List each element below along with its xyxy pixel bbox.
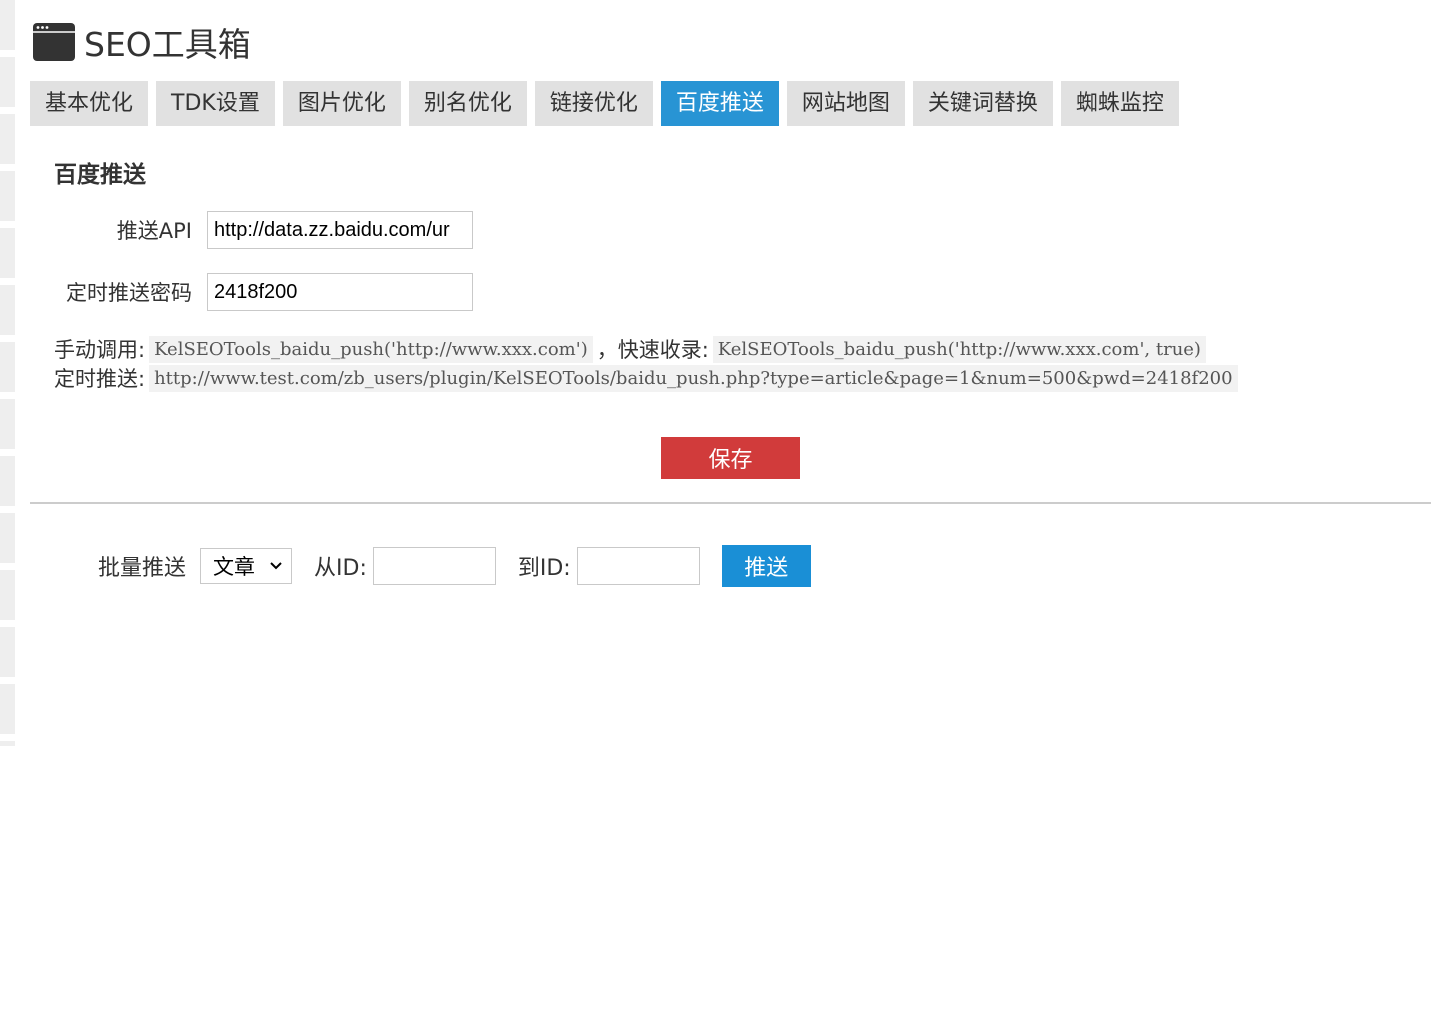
quick-index-code: KelSEOTools_baidu_push('http://www.xxx.c… <box>712 335 1206 363</box>
password-row: 定时推送密码 <box>40 273 473 311</box>
push-button[interactable]: 推送 <box>721 545 811 587</box>
batch-push-label: 批量推送 <box>98 556 187 581</box>
batch-push-row: 批量推送 文章 从ID: 到ID: 推送 <box>98 545 811 587</box>
page-header: SEO工具箱 <box>32 20 251 64</box>
tab-link-optimization[interactable]: 链接优化 <box>534 81 653 126</box>
from-id-label: 从ID: <box>314 556 367 581</box>
help-separator: ， <box>596 338 618 362</box>
tab-bar: 基本优化 TDK设置 图片优化 别名优化 链接优化 百度推送 网站地图 关键词替… <box>30 81 1187 126</box>
tab-tdk-settings[interactable]: TDK设置 <box>156 81 275 126</box>
tab-baidu-push[interactable]: 百度推送 <box>660 81 779 126</box>
quick-index-label: 快速收录: <box>617 338 709 362</box>
tab-keyword-replace[interactable]: 关键词替换 <box>912 81 1053 126</box>
section-title: 百度推送 <box>54 162 146 188</box>
left-sidebar-strip <box>0 0 15 746</box>
page-title: SEO工具箱 <box>84 25 251 64</box>
from-id-input[interactable] <box>372 547 496 585</box>
help-line-timed: 定时推送: http://www.test.com/zb_users/plugi… <box>54 363 1242 393</box>
content-type-select[interactable]: 文章 <box>200 548 293 584</box>
manual-call-code: KelSEOTools_baidu_push('http://www.xxx.c… <box>149 335 593 363</box>
content-type-selected: 文章 <box>213 555 256 579</box>
chevron-down-icon <box>270 562 282 570</box>
timed-push-url: http://www.test.com/zb_users/plugin/KelS… <box>149 364 1238 392</box>
save-button[interactable]: 保存 <box>661 437 800 479</box>
tab-sitemap[interactable]: 网站地图 <box>786 81 905 126</box>
api-row: 推送API <box>40 211 473 249</box>
to-id-label: 到ID: <box>517 556 571 581</box>
api-input[interactable] <box>207 211 473 249</box>
section-divider <box>30 502 1431 504</box>
tab-image-optimization[interactable]: 图片优化 <box>282 81 401 126</box>
password-input[interactable] <box>207 273 473 311</box>
tab-alias-optimization[interactable]: 别名优化 <box>408 81 527 126</box>
password-label: 定时推送密码 <box>66 281 192 305</box>
to-id-input[interactable] <box>576 547 700 585</box>
browser-window-icon <box>33 23 75 61</box>
tab-spider-monitor[interactable]: 蜘蛛监控 <box>1060 81 1179 126</box>
help-line-manual: 手动调用: KelSEOTools_baidu_push('http://www… <box>54 334 1210 364</box>
api-label: 推送API <box>116 219 192 243</box>
tab-basic-optimization[interactable]: 基本优化 <box>30 81 149 126</box>
timed-push-label: 定时推送: <box>54 367 146 391</box>
manual-call-label: 手动调用: <box>54 338 146 362</box>
